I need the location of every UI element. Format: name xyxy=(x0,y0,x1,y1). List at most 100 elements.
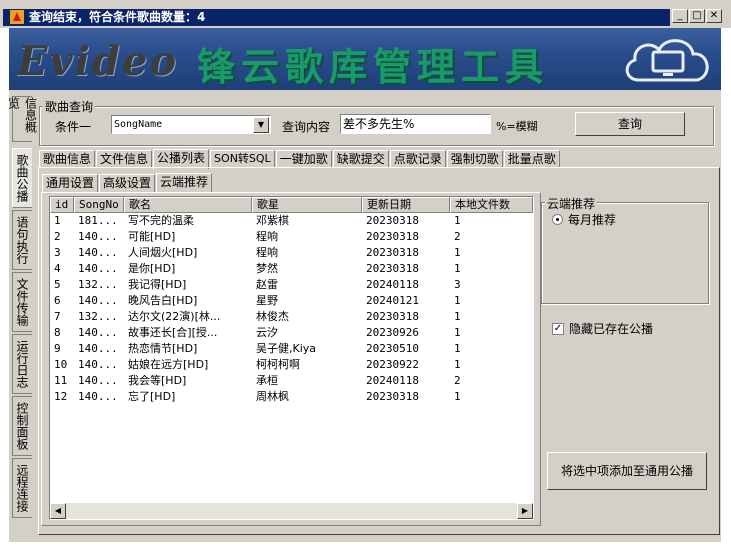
query-group-label: 歌曲查询 xyxy=(43,98,96,115)
column-header-id[interactable]: id xyxy=(50,197,74,213)
column-header-songno[interactable]: SongNo xyxy=(74,197,124,213)
cell-update-date: 20230318 xyxy=(366,230,419,243)
cell-singer: 承桓 xyxy=(256,374,278,387)
side-tab-song-broadcast[interactable]: 歌曲公播 xyxy=(12,148,32,208)
cell-song-name: 人间烟火[HD] xyxy=(128,246,198,259)
cell-song-name: 写不完的温柔 xyxy=(128,214,194,227)
cell-id: 1 xyxy=(54,214,61,227)
cell-local-files: 1 xyxy=(454,262,461,275)
tab-song-info[interactable]: 歌曲信息 xyxy=(39,150,96,168)
table-row[interactable]: 7 132... 达尔文(22演)[林... 林俊杰 20230318 1 xyxy=(50,309,533,325)
cell-id: 5 xyxy=(54,278,61,291)
table-row[interactable]: 9 140... 热恋情节[HD] 吴子健,Kiya 20230510 1 xyxy=(50,341,533,357)
table-row[interactable]: 8 140... 故事还长[合][授... 云汐 20230926 1 xyxy=(50,325,533,341)
cell-singer: 梦然 xyxy=(256,262,278,275)
table-row[interactable]: 1 181... 写不完的温柔 邓紫棋 20230318 1 xyxy=(50,213,533,229)
condition-label: 条件一 xyxy=(55,120,92,134)
table-row[interactable]: 5 132... 我记得[HD] 赵雷 20240118 3 xyxy=(50,277,533,293)
tab-son-to-sql[interactable]: SON转SQL xyxy=(210,150,275,168)
table-row[interactable]: 12 140... 忘了[HD] 周林枫 20230318 1 xyxy=(50,389,533,405)
side-tab-sql[interactable]: 语句执行 xyxy=(12,210,32,270)
cell-update-date: 20230318 xyxy=(366,246,419,259)
song-list[interactable]: id SongNo 歌名 歌星 更新日期 本地文件数 1 181... 写不完的温柔… xyxy=(49,196,534,520)
column-header-update-date[interactable]: 更新日期 xyxy=(362,197,450,213)
condition-select[interactable]: SongName xyxy=(111,115,271,134)
content-input[interactable]: 差不多先生% xyxy=(340,114,491,134)
cell-update-date: 20230318 xyxy=(366,262,419,275)
cloud-monitor-icon xyxy=(625,39,709,82)
app-icon xyxy=(10,10,24,24)
cell-local-files: 1 xyxy=(454,246,461,259)
cell-singer: 林俊杰 xyxy=(256,310,289,323)
column-header-song-name[interactable]: 歌名 xyxy=(124,197,252,213)
query-button[interactable]: 查询 xyxy=(575,112,685,136)
column-header-singer[interactable]: 歌星 xyxy=(252,197,362,213)
sub-tab-cloud[interactable]: 云端推荐 xyxy=(156,173,213,193)
tab-broadcast-list[interactable]: 公播列表 xyxy=(153,149,210,169)
table-row[interactable]: 6 140... 晚风告白[HD] 星野 20240121 1 xyxy=(50,293,533,309)
table-row[interactable]: 4 140... 是你[HD] 梦然 20230318 1 xyxy=(50,261,533,277)
scroll-left-icon[interactable]: ◀ xyxy=(50,503,66,519)
cell-songno: 140... xyxy=(78,230,118,243)
close-button[interactable]: ✕ xyxy=(706,9,722,23)
table-row[interactable]: 11 140... 我会等[HD] 承桓 20240118 2 xyxy=(50,373,533,389)
sub-tab-strip: 通用设置 高级设置 云端推荐 xyxy=(42,172,213,193)
cell-singer: 程响 xyxy=(256,230,278,243)
minimize-button[interactable]: _ xyxy=(672,9,688,23)
column-header-local-files[interactable]: 本地文件数 xyxy=(450,197,533,213)
cell-update-date: 20230318 xyxy=(366,214,419,227)
cell-id: 10 xyxy=(54,358,68,371)
cell-songno: 140... xyxy=(78,262,118,275)
tab-strip: 歌曲信息 文件信息 公播列表 SON转SQL 一键加歌 缺歌提交 点歌记录 强制… xyxy=(39,148,561,169)
monthly-radio[interactable]: 每月推荐 xyxy=(552,211,616,228)
sub-tab-advanced[interactable]: 高级设置 xyxy=(99,174,156,192)
side-tab-log[interactable]: 运行日志 xyxy=(12,334,32,394)
table-row[interactable]: 2 140... 可能[HD] 程响 20230318 2 xyxy=(50,229,533,245)
radio-dot-icon[interactable] xyxy=(552,214,563,225)
chevron-down-icon[interactable]: ▼ xyxy=(253,117,269,133)
title-bar: 查询结束，符合条件歌曲数量：4 _ □ ✕ xyxy=(0,0,731,28)
hide-existing-checkbox[interactable]: ✓ 隐藏已存在公播 xyxy=(552,320,653,337)
add-to-general-button[interactable]: 将选中项添加至通用公播 xyxy=(547,452,707,490)
cell-singer: 星野 xyxy=(256,294,278,307)
cell-local-files: 2 xyxy=(454,230,461,243)
cell-update-date: 20240118 xyxy=(366,374,419,387)
cell-songno: 140... xyxy=(78,294,118,307)
cell-songno: 140... xyxy=(78,246,118,259)
tab-file-info[interactable]: 文件信息 xyxy=(96,150,153,168)
maximize-button[interactable]: □ xyxy=(689,9,705,23)
side-tab-info[interactable]: 信息概览 xyxy=(7,96,38,142)
side-tab-file-transfer[interactable]: 文件传输 xyxy=(12,272,32,332)
horizontal-scrollbar[interactable]: ◀ ▶ xyxy=(50,503,533,519)
main-panel: 信息概览 歌曲公播 语句执行 文件传输 运行日志 控制面板 远程连接 歌曲查询 … xyxy=(7,90,721,542)
cell-local-files: 1 xyxy=(454,310,461,323)
cell-song-name: 故事还长[合][授... xyxy=(128,326,218,339)
cell-song-name: 达尔文(22演)[林... xyxy=(128,310,221,323)
cell-id: 2 xyxy=(54,230,61,243)
tab-force-switch[interactable]: 强制切歌 xyxy=(446,150,503,168)
tab-missing-submit[interactable]: 缺歌提交 xyxy=(332,150,389,168)
tab-quick-add[interactable]: 一键加歌 xyxy=(275,150,332,168)
cell-songno: 140... xyxy=(78,358,118,371)
cell-singer: 周林枫 xyxy=(256,390,289,403)
sub-tab-general[interactable]: 通用设置 xyxy=(42,174,99,192)
cell-singer: 云汐 xyxy=(256,326,278,339)
tab-play-records[interactable]: 点歌记录 xyxy=(389,150,446,168)
cell-local-files: 1 xyxy=(454,390,461,403)
cell-id: 9 xyxy=(54,342,61,355)
cell-local-files: 1 xyxy=(454,342,461,355)
cell-song-name: 姑娘在远方[HD] xyxy=(128,358,209,371)
cell-songno: 140... xyxy=(78,390,118,403)
side-tab-remote[interactable]: 远程连接 xyxy=(12,458,32,518)
side-tab-control-panel[interactable]: 控制面板 xyxy=(12,396,32,456)
cell-song-name: 热恋情节[HD] xyxy=(128,342,198,355)
list-body: 1 181... 写不完的温柔 邓紫棋 20230318 1 2 140... 可能[HD] 程响… xyxy=(50,213,533,503)
scroll-right-icon[interactable]: ▶ xyxy=(517,503,533,519)
table-row[interactable]: 3 140... 人间烟火[HD] 程响 20230318 1 xyxy=(50,245,533,261)
checkmark-icon[interactable]: ✓ xyxy=(552,322,564,335)
cell-song-name: 我会等[HD] xyxy=(128,374,187,387)
tab-batch-play[interactable]: 批量点歌 xyxy=(503,150,560,168)
cell-local-files: 1 xyxy=(454,358,461,371)
table-row[interactable]: 10 140... 姑娘在远方[HD] 柯柯柯啊 20230922 1 xyxy=(50,357,533,373)
cell-singer: 程响 xyxy=(256,246,278,259)
